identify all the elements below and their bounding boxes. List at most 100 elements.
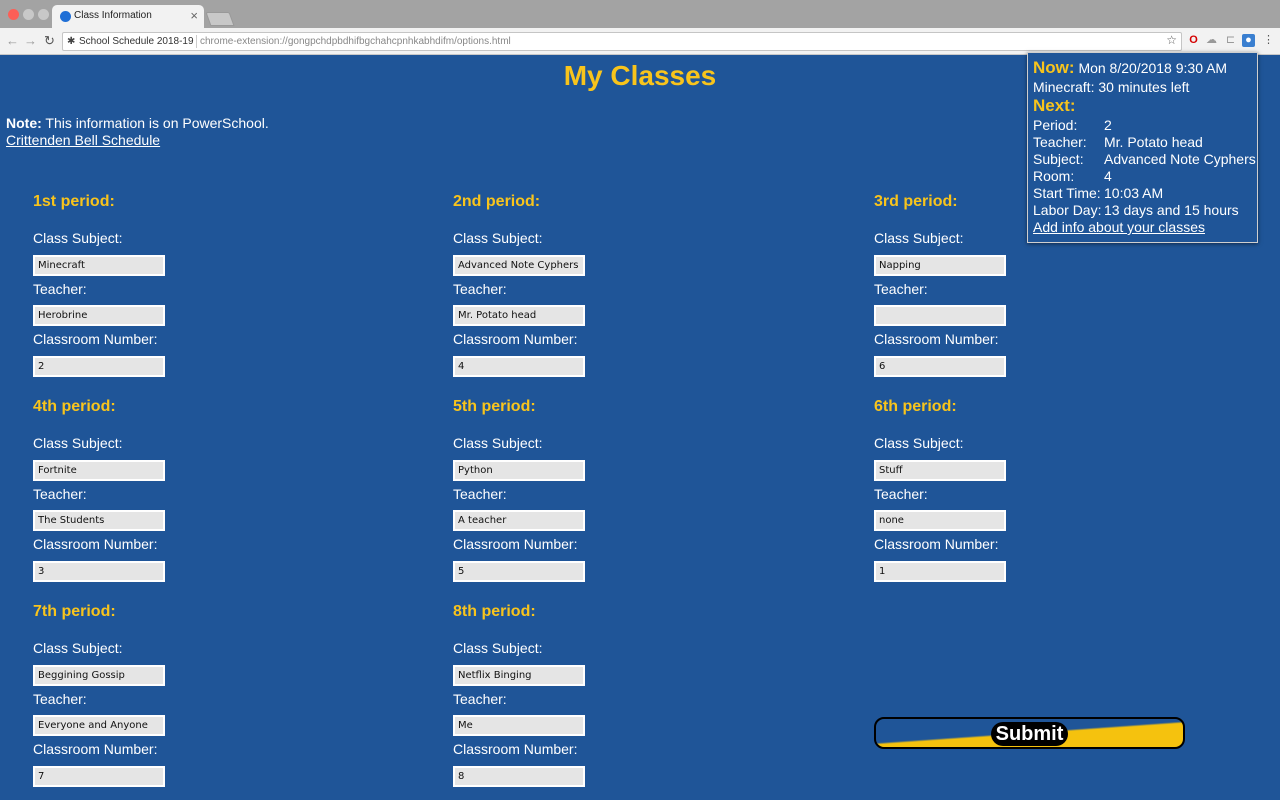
zoom-window-button[interactable] bbox=[38, 9, 49, 20]
omnibox-divider bbox=[196, 35, 197, 48]
detail-value: Mr. Potato head bbox=[1104, 134, 1203, 150]
tab-class-information[interactable]: Class Information × bbox=[52, 5, 204, 29]
forward-arrow-icon[interactable]: → bbox=[24, 33, 37, 48]
teacher-input[interactable] bbox=[33, 715, 165, 736]
cast-icon[interactable]: ⊏ bbox=[1224, 34, 1237, 47]
tab-strip: Class Information × bbox=[0, 0, 1280, 29]
period-heading: 5th period: bbox=[453, 398, 536, 415]
detail-value: 10:03 AM bbox=[1104, 185, 1164, 201]
detail-key: Period: bbox=[1033, 117, 1078, 133]
detail-key: Teacher: bbox=[1033, 134, 1087, 150]
detail-key: Start Time: bbox=[1033, 185, 1101, 201]
submit-label: Submit bbox=[990, 722, 1069, 746]
note-text: This information is on PowerSchool. bbox=[45, 115, 269, 131]
subject-input[interactable] bbox=[33, 460, 165, 481]
teacher-label: Teacher: bbox=[453, 691, 507, 707]
room-input[interactable] bbox=[874, 561, 1006, 582]
add-info-link[interactable]: Add info about your classes bbox=[1033, 219, 1205, 235]
room-input[interactable] bbox=[874, 356, 1006, 377]
globe-icon bbox=[60, 11, 71, 22]
room-label: Classroom Number: bbox=[453, 331, 578, 347]
close-tab-icon[interactable]: × bbox=[190, 8, 198, 23]
browser-toolbar: ← → ↻ ✱ School Schedule 2018-19 chrome-e… bbox=[0, 28, 1280, 55]
room-label: Classroom Number: bbox=[33, 741, 158, 757]
extension-globe-icon[interactable]: ● bbox=[1242, 34, 1255, 47]
period-heading: 1st period: bbox=[33, 193, 115, 210]
teacher-label: Teacher: bbox=[453, 486, 507, 502]
detail-value: 13 days and 15 hours bbox=[1104, 202, 1239, 218]
teacher-input[interactable] bbox=[874, 510, 1006, 531]
extension-name: School Schedule 2018-19 bbox=[79, 36, 194, 47]
tab-title: Class Information bbox=[74, 10, 152, 21]
period-heading: 8th period: bbox=[453, 603, 536, 620]
teacher-label: Teacher: bbox=[874, 281, 928, 297]
teacher-label: Teacher: bbox=[33, 281, 87, 297]
room-label: Classroom Number: bbox=[874, 536, 999, 552]
note-label: Note: bbox=[6, 115, 42, 131]
reload-icon[interactable]: ↻ bbox=[44, 33, 55, 49]
subject-label: Class Subject: bbox=[453, 640, 543, 656]
close-window-button[interactable] bbox=[8, 9, 19, 20]
minimize-window-button[interactable] bbox=[23, 9, 34, 20]
teacher-input[interactable] bbox=[33, 510, 165, 531]
period-heading: 3rd period: bbox=[874, 193, 958, 210]
room-input[interactable] bbox=[453, 356, 585, 377]
subject-label: Class Subject: bbox=[33, 640, 123, 656]
next-label: Next: bbox=[1033, 96, 1076, 115]
room-input[interactable] bbox=[33, 766, 165, 787]
note: Note: This information is on PowerSchool… bbox=[6, 115, 269, 131]
subject-label: Class Subject: bbox=[33, 435, 123, 451]
subject-label: Class Subject: bbox=[453, 230, 543, 246]
now-value: Mon 8/20/2018 9:30 AM bbox=[1078, 60, 1228, 76]
subject-input[interactable] bbox=[33, 665, 165, 686]
teacher-input[interactable] bbox=[874, 305, 1006, 326]
subject-label: Class Subject: bbox=[453, 435, 543, 451]
subject-label: Class Subject: bbox=[874, 230, 964, 246]
detail-value: 4 bbox=[1104, 168, 1112, 184]
room-input[interactable] bbox=[33, 356, 165, 377]
room-label: Classroom Number: bbox=[453, 536, 578, 552]
teacher-label: Teacher: bbox=[33, 691, 87, 707]
address-bar[interactable]: ✱ School Schedule 2018-19 chrome-extensi… bbox=[62, 32, 1182, 51]
teacher-input[interactable] bbox=[33, 305, 165, 326]
opera-icon[interactable]: O bbox=[1187, 34, 1200, 47]
bookmark-star-icon[interactable]: ☆ bbox=[1166, 32, 1177, 49]
teacher-label: Teacher: bbox=[453, 281, 507, 297]
room-input[interactable] bbox=[453, 766, 585, 787]
extension-popup: Now: Mon 8/20/2018 9:30 AM Minecraft: 30… bbox=[1027, 52, 1258, 243]
now-label: Now: bbox=[1033, 58, 1075, 77]
subject-input[interactable] bbox=[874, 460, 1006, 481]
subject-label: Class Subject: bbox=[33, 230, 123, 246]
subject-input[interactable] bbox=[453, 460, 585, 481]
detail-key: Labor Day: bbox=[1033, 202, 1102, 218]
room-label: Classroom Number: bbox=[33, 331, 158, 347]
back-arrow-icon[interactable]: ← bbox=[6, 33, 19, 48]
menu-dots-icon[interactable]: ⋮ bbox=[1262, 34, 1275, 47]
teacher-label: Teacher: bbox=[33, 486, 87, 502]
room-label: Classroom Number: bbox=[453, 741, 578, 757]
period-heading: 2nd period: bbox=[453, 193, 541, 210]
now-row: Now: Mon 8/20/2018 9:30 AM bbox=[1033, 58, 1227, 78]
bell-schedule-link[interactable]: Crittenden Bell Schedule bbox=[6, 132, 160, 148]
cloud-icon[interactable]: ☁ bbox=[1205, 34, 1218, 47]
subject-input[interactable] bbox=[33, 255, 165, 276]
teacher-input[interactable] bbox=[453, 715, 585, 736]
period-heading: 6th period: bbox=[874, 398, 957, 415]
period-heading: 4th period: bbox=[33, 398, 116, 415]
submit-button[interactable]: Submit bbox=[874, 717, 1185, 749]
new-tab-button[interactable] bbox=[205, 12, 235, 26]
room-input[interactable] bbox=[33, 561, 165, 582]
detail-value: Advanced Note Cyphers bbox=[1104, 151, 1256, 167]
subject-input[interactable] bbox=[874, 255, 1006, 276]
subject-label: Class Subject: bbox=[874, 435, 964, 451]
teacher-input[interactable] bbox=[453, 510, 585, 531]
teacher-input[interactable] bbox=[453, 305, 585, 326]
room-label: Classroom Number: bbox=[33, 536, 158, 552]
subject-input[interactable] bbox=[453, 255, 585, 276]
room-input[interactable] bbox=[453, 561, 585, 582]
subject-input[interactable] bbox=[453, 665, 585, 686]
puzzle-icon: ✱ bbox=[67, 36, 76, 47]
detail-value: 2 bbox=[1104, 117, 1112, 133]
teacher-label: Teacher: bbox=[874, 486, 928, 502]
detail-key: Subject: bbox=[1033, 151, 1084, 167]
